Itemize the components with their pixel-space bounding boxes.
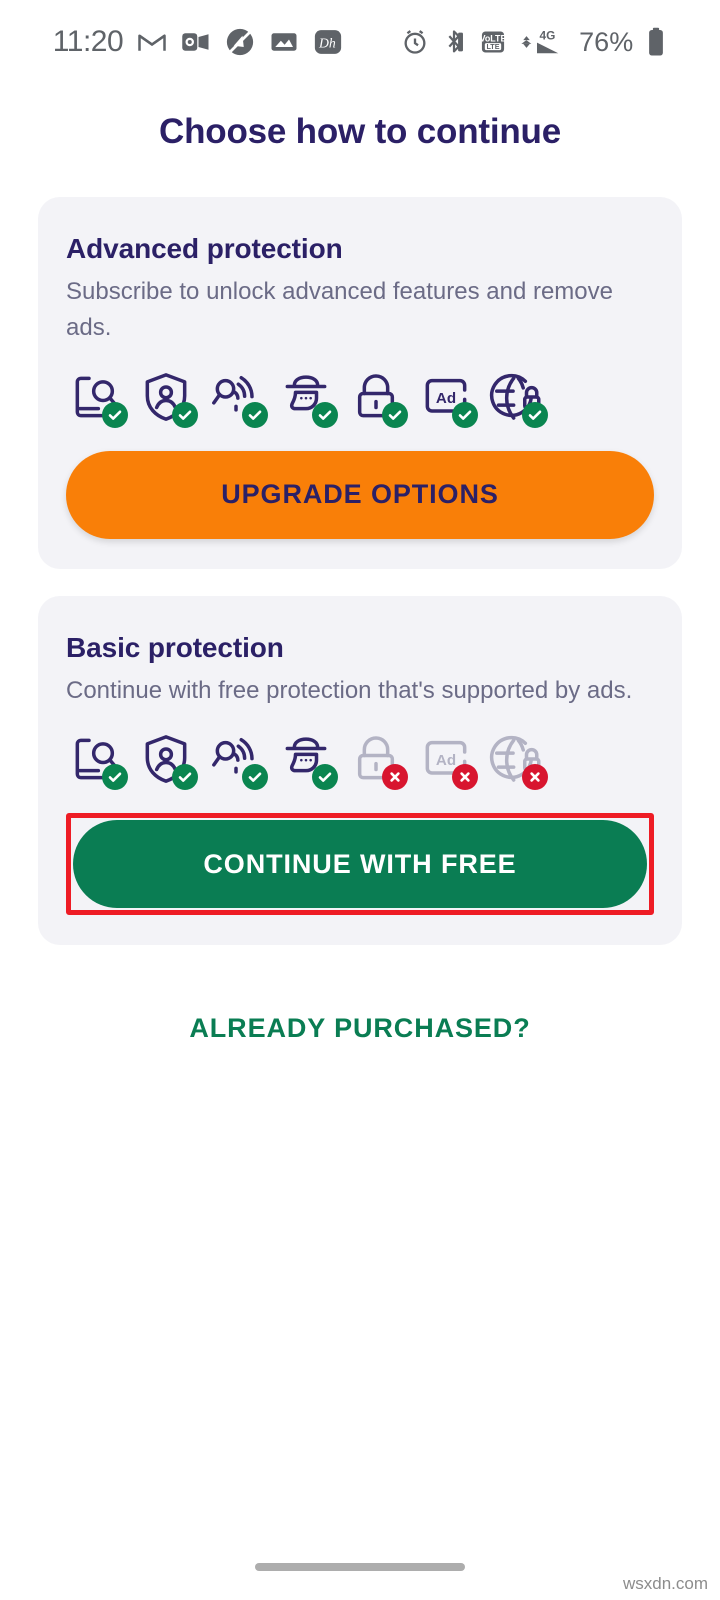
incognito-icon <box>278 369 338 428</box>
feature-status-badge-enabled <box>312 401 338 428</box>
battery-icon <box>645 27 667 57</box>
feature-status-badge-enabled <box>172 764 198 791</box>
feature-status-badge-disabled <box>522 764 548 791</box>
signal-4g-icon: 4G <box>519 27 565 57</box>
system-navigation-bar: wsxdn.com <box>0 1534 720 1600</box>
feature-status-badge-disabled <box>382 764 408 791</box>
status-bar-left: 11:20 Dh <box>53 25 343 59</box>
status-bar: 11:20 Dh VoLTE LTE 4G 76% <box>0 0 720 84</box>
watermark-label: wsxdn.com <box>622 1574 708 1593</box>
alarm-icon <box>401 28 429 56</box>
feature-status-badge-enabled <box>102 401 128 428</box>
plan-card-advanced[interactable]: Advanced protection Subscribe to unlock … <box>38 197 682 569</box>
globe-lock-icon <box>488 369 548 428</box>
plan-cards-container: Advanced protection Subscribe to unlock … <box>0 197 720 946</box>
continue-with-free-button[interactable]: CONTINUE WITH FREE <box>73 820 647 909</box>
feature-status-badge-enabled <box>242 764 268 791</box>
continue-with-free-highlight: CONTINUE WITH FREE <box>66 813 654 916</box>
home-gesture-pill[interactable] <box>255 1563 465 1571</box>
feature-icon-row-basic: Ad <box>66 731 654 791</box>
status-bar-clock: 11:20 <box>52 25 124 58</box>
already-purchased-link[interactable]: ALREADY PURCHASED? <box>0 1013 720 1044</box>
ad-block-icon: Ad <box>418 731 478 791</box>
feature-status-badge-enabled <box>452 401 478 428</box>
device-scan-icon <box>68 369 128 428</box>
plan-title-basic: Basic protection <box>66 631 284 663</box>
app-screen: 11:20 Dh VoLTE LTE 4G 76% Choose how to … <box>0 0 720 1600</box>
feature-status-badge-enabled <box>382 401 408 428</box>
lock-icon <box>348 731 408 791</box>
battery-percent-label: 76% <box>579 26 634 57</box>
feature-status-badge-enabled <box>522 401 548 428</box>
feature-icon-row-advanced: Ad <box>66 369 654 428</box>
disney-hotstar-icon: Dh <box>313 27 343 57</box>
svg-text:Ad: Ad <box>436 752 456 769</box>
outlook-icon <box>181 27 211 57</box>
volte-icon: VoLTE LTE <box>479 28 507 56</box>
upgrade-options-button[interactable]: UPGRADE OPTIONS <box>66 450 654 539</box>
lock-icon <box>348 369 408 428</box>
svg-text:LTE: LTE <box>487 42 500 51</box>
ad-block-icon: Ad <box>418 369 478 428</box>
photos-icon <box>269 27 299 57</box>
feature-status-badge-enabled <box>242 401 268 428</box>
feature-status-badge-enabled <box>172 401 198 428</box>
no-sound-icon <box>225 27 255 57</box>
wifi-scan-icon <box>208 731 268 791</box>
page-title: Choose how to continue <box>159 112 561 151</box>
plan-card-basic[interactable]: Basic protection Continue with free prot… <box>38 595 682 946</box>
plan-title-advanced: Advanced protection <box>66 233 343 264</box>
svg-text:Dh: Dh <box>318 36 336 51</box>
shield-identity-icon <box>138 731 198 791</box>
feature-status-badge-disabled <box>452 764 478 791</box>
plan-description-advanced: Subscribe to unlock advanced features an… <box>66 278 613 342</box>
device-scan-icon <box>68 731 128 791</box>
incognito-icon <box>278 731 338 791</box>
gmail-icon <box>137 27 167 57</box>
bluetooth-icon <box>441 28 467 56</box>
feature-status-badge-enabled <box>312 764 338 791</box>
wifi-scan-icon <box>208 369 268 428</box>
feature-status-badge-enabled <box>102 764 128 791</box>
svg-text:Ad: Ad <box>436 390 456 407</box>
status-bar-right: VoLTE LTE 4G 76% <box>401 27 667 58</box>
shield-identity-icon <box>138 369 198 428</box>
svg-text:4G: 4G <box>540 29 556 43</box>
plan-description-basic: Continue with free protection that's sup… <box>66 676 633 704</box>
globe-lock-icon <box>488 731 548 791</box>
